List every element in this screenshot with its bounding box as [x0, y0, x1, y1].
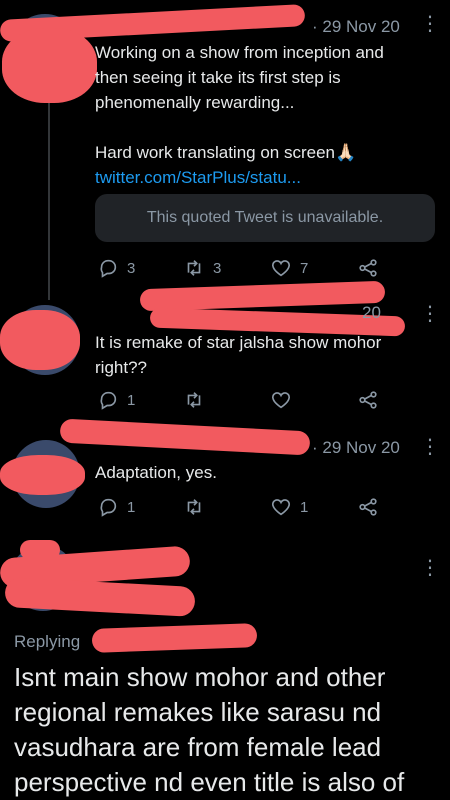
like-button[interactable]: 7 [270, 256, 308, 280]
retweet-icon [187, 392, 201, 408]
tweet-text: Adaptation, yes. [95, 463, 217, 482]
reply-count: 1 [127, 391, 136, 409]
share-icon [359, 259, 377, 277]
like-count: 7 [300, 259, 309, 277]
quoted-tweet-unavailable: This quoted Tweet is unavailable. [95, 194, 435, 242]
more-icon[interactable]: ⋮ [420, 14, 440, 34]
more-icon[interactable]: ⋮ [420, 304, 440, 324]
retweet-icon [187, 499, 201, 515]
share-button[interactable] [357, 388, 379, 412]
tweet-text: Working on a show from inception and the… [95, 40, 435, 190]
like-button[interactable]: 1 [270, 495, 308, 519]
share-icon [359, 498, 377, 516]
reply-button[interactable]: 1 [97, 388, 135, 412]
retweet-button[interactable] [183, 495, 205, 519]
tweet-actions: 1 1 [95, 495, 395, 519]
retweet-icon [187, 260, 201, 276]
retweet-button[interactable] [183, 388, 205, 412]
like-button[interactable] [270, 388, 292, 412]
reply-button[interactable]: 3 [97, 256, 135, 280]
like-icon [271, 392, 291, 409]
tweet-actions: 3 3 7 [95, 256, 395, 280]
like-icon [271, 260, 291, 277]
reply-icon [100, 391, 117, 410]
redacted-avatar [2, 28, 97, 103]
tweet-link[interactable]: twitter.com/StarPlus/statu... [95, 165, 435, 190]
reply-count: 1 [127, 498, 136, 516]
retweet-count: 3 [213, 259, 222, 277]
more-icon[interactable]: ⋮ [420, 437, 440, 457]
tweet-date: · 29 Nov 20 [312, 438, 400, 457]
tweet-date: · 29 Nov 20 [312, 17, 400, 36]
reply-count: 3 [127, 259, 136, 277]
thread-line [48, 70, 50, 300]
reply-icon [100, 259, 117, 278]
more-icon[interactable]: ⋮ [420, 558, 440, 578]
replying-to: Replying [14, 632, 81, 651]
redacted-name [139, 280, 386, 312]
like-count: 1 [300, 498, 309, 516]
redacted-avatar [0, 455, 85, 495]
redacted-handle [91, 623, 258, 653]
tweet-date: 20 [362, 303, 381, 322]
reply-button[interactable]: 1 [97, 495, 135, 519]
share-icon [359, 391, 377, 409]
reply-text: Isnt main show mohor and other regional … [14, 662, 405, 797]
redacted-avatar [20, 540, 60, 560]
redacted-name [59, 418, 311, 456]
share-button[interactable] [357, 256, 379, 280]
redacted-name [4, 577, 196, 617]
tweet-text: It is remake of star jalsha show mohor r… [95, 333, 382, 377]
reply-icon [100, 498, 117, 517]
share-button[interactable] [357, 495, 379, 519]
like-icon [271, 499, 291, 516]
tweet-actions: 1 [95, 388, 395, 412]
redacted-avatar [0, 310, 80, 370]
retweet-button[interactable]: 3 [183, 256, 221, 280]
